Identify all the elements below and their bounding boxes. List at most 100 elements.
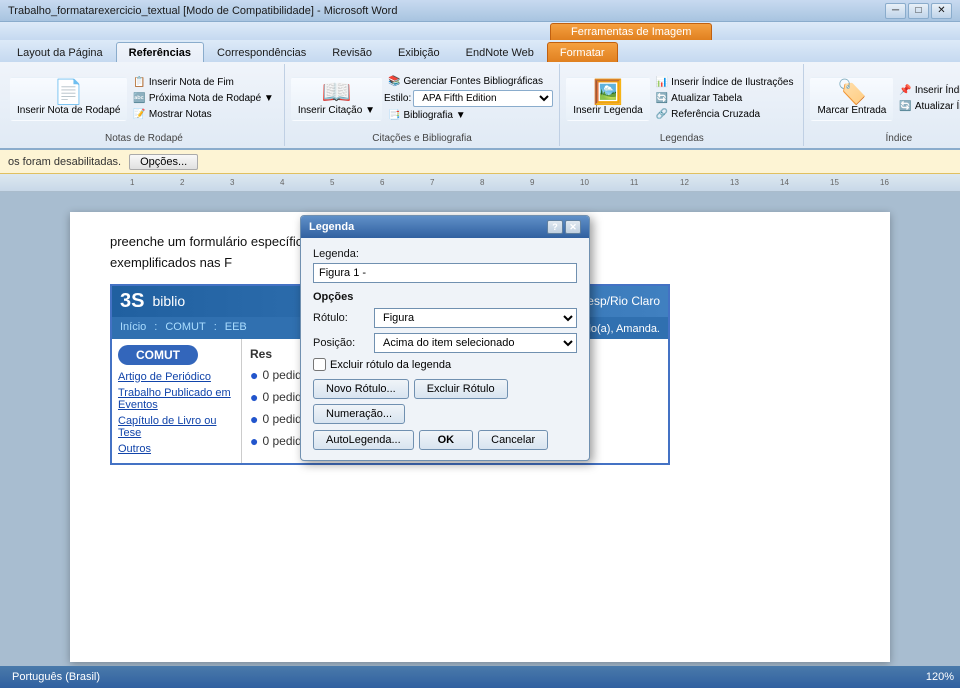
ruler-mark-12: 12	[680, 178, 689, 187]
inserir-nota-label: Inserir Nota de Rodapé	[17, 105, 120, 117]
atualizar-indice-btn[interactable]: 🔄 Atualizar Índice	[895, 99, 960, 114]
link-outros[interactable]: Outros	[118, 443, 235, 455]
circle-icon-3: ●	[250, 411, 258, 427]
status-right: 120%	[926, 671, 954, 683]
mostrar-notas-btn[interactable]: 📝 Mostrar Notas	[129, 107, 277, 122]
ribbon-group-citacoes: 📖 Inserir Citação ▼ 📚 Gerenciar Fontes B…	[285, 64, 560, 146]
rotulo-row: Rótulo: Figura	[313, 308, 577, 328]
title-bar-controls: ─ □ ✕	[885, 3, 952, 19]
rotulo-label: Rótulo:	[313, 312, 368, 324]
link-capitulo[interactable]: Capítulo de Livro ou Tese	[118, 415, 235, 439]
excluir-checkbox[interactable]	[313, 358, 326, 371]
legenda-icon: 🖼️	[593, 81, 623, 105]
tab-formatar[interactable]: Formatar	[547, 42, 618, 62]
lib-links: Artigo de Periódico Trabalho Publicado e…	[118, 371, 235, 455]
ok-btn[interactable]: OK	[419, 430, 474, 450]
indice-col: 📌 Inserir Índice 🔄 Atualizar Índice	[895, 83, 960, 114]
biblio-icon: 📑	[388, 110, 400, 121]
nota-fim-icon: 📋	[133, 77, 145, 88]
biblio-label: Bibliografia ▼	[403, 110, 465, 121]
legenda-input[interactable]	[313, 263, 577, 283]
ruler-mark-2: 2	[180, 178, 184, 187]
zoom-level: 120%	[926, 671, 954, 683]
notification-bar: os foram desabilitadas. Opções...	[0, 150, 960, 174]
estilo-label: Estilo:	[384, 93, 411, 104]
title-bar: Trabalho_formatarexercicio_textual [Modo…	[0, 0, 960, 22]
minimize-btn[interactable]: ─	[885, 3, 906, 19]
notification-text: os foram desabilitadas.	[8, 156, 121, 168]
bibliografia-btn[interactable]: 📑 Bibliografia ▼	[384, 108, 553, 123]
ruler-mark-15: 15	[830, 178, 839, 187]
link-trabalho[interactable]: Trabalho Publicado em Eventos	[118, 387, 235, 411]
dialog-buttons-row1: Novo Rótulo... Excluir Rótulo Numeração.…	[313, 379, 577, 424]
close-btn[interactable]: ✕	[931, 3, 952, 19]
excluir-row: Excluir rótulo da legenda	[313, 358, 577, 371]
numeracao-btn[interactable]: Numeração...	[313, 404, 405, 424]
ribbon-group-legendas: 🖼️ Inserir Legenda 📊 Inserir Índice de I…	[560, 64, 804, 146]
embed-logo: 3S	[120, 290, 144, 313]
tab-correspondencias[interactable]: Correspondências	[204, 42, 319, 62]
atualizar-tabela-btn[interactable]: 🔄 Atualizar Tabela	[652, 91, 798, 106]
circle-icon-1: ●	[250, 367, 258, 383]
estilo-select[interactable]: APA Fifth Edition	[413, 90, 553, 107]
circle-icon-2: ●	[250, 389, 258, 405]
tab-exibicao[interactable]: Exibição	[385, 42, 453, 62]
novo-rotulo-btn[interactable]: Novo Rótulo...	[313, 379, 409, 399]
atualizar-tab-icon: 🔄	[656, 93, 668, 104]
nav-comut[interactable]: COMUT	[165, 321, 205, 335]
posicao-row: Posição: Acima do item selecionado	[313, 333, 577, 353]
inserir-citacao-btn[interactable]: 📖 Inserir Citação ▼	[291, 77, 382, 121]
ruler-mark-14: 14	[780, 178, 789, 187]
marcar-label: Marcar Entrada	[817, 105, 886, 117]
nav-eeb[interactable]: EEB	[225, 321, 247, 335]
ins-ind-icon: 📌	[899, 85, 911, 96]
mostrar-label: Mostrar Notas	[149, 109, 212, 120]
marcar-entrada-btn[interactable]: 🏷️ Marcar Entrada	[810, 77, 893, 121]
atu-ind-label: Atualizar Índice	[915, 101, 960, 112]
ruler-mark-8: 8	[480, 178, 484, 187]
excluir-rotulo-btn[interactable]: Excluir Rótulo	[414, 379, 508, 399]
gerenciar-icon: 📚	[388, 76, 400, 87]
indice-group-label: Índice	[885, 131, 912, 144]
inserir-nota-rodape-btn[interactable]: 📄 Inserir Nota de Rodapé	[10, 77, 127, 121]
nav-inicio[interactable]: Início	[120, 321, 146, 335]
citacao-icon: 📖	[321, 81, 351, 105]
referencia-cruzada-btn[interactable]: 🔗 Referência Cruzada	[652, 107, 798, 122]
status-bar: Português (Brasil) 120%	[0, 666, 960, 688]
options-button[interactable]: Opções...	[129, 154, 198, 170]
ruler-mark-6: 6	[380, 178, 384, 187]
dialog-help-btn[interactable]: ?	[547, 220, 563, 234]
marcar-icon: 🏷️	[837, 81, 867, 105]
notas-col: 📋 Inserir Nota de Fim 🔤 Próxima Nota de …	[129, 75, 277, 122]
inserir-legenda-btn[interactable]: 🖼️ Inserir Legenda	[566, 77, 650, 121]
link-artigo[interactable]: Artigo de Periódico	[118, 371, 235, 383]
ferramentas-imagem-tab[interactable]: Ferramentas de Imagem	[550, 23, 712, 40]
ruler: 1 2 3 4 5 6 7 8 9 10 11 12 13 14 15 16	[0, 174, 960, 192]
title-bar-text: Trabalho_formatarexercicio_textual [Modo…	[8, 5, 885, 17]
tab-layout[interactable]: Layout da Página	[4, 42, 116, 62]
ref-cruz-label: Referência Cruzada	[671, 109, 760, 120]
tab-endnote[interactable]: EndNote Web	[453, 42, 547, 62]
tab-referencias[interactable]: Referências	[116, 42, 204, 62]
legendas-buttons: 🖼️ Inserir Legenda 📊 Inserir Índice de I…	[566, 66, 797, 131]
comut-header: COMUT	[118, 345, 198, 365]
autolegenda-btn[interactable]: AutoLegenda...	[313, 430, 414, 450]
citacoes-group-label: Citações e Bibliografia	[372, 131, 472, 144]
cancelar-btn[interactable]: Cancelar	[478, 430, 548, 450]
proxima-nota-btn[interactable]: 🔤 Próxima Nota de Rodapé ▼	[129, 91, 277, 106]
rotulo-select[interactable]: Figura	[374, 308, 577, 328]
inserir-indice-btn[interactable]: 📊 Inserir Índice de Ilustrações	[652, 75, 798, 90]
inserir-indice-main-btn[interactable]: 📌 Inserir Índice	[895, 83, 960, 98]
dialog-title-text: Legenda	[309, 221, 354, 233]
doc-area: preenche um formulário específico para o…	[0, 192, 960, 682]
legenda-dialog: Legenda ? ✕ Legenda: Opções Rótulo: Figu…	[300, 215, 590, 461]
dialog-close-btn[interactable]: ✕	[565, 220, 581, 234]
legenda-field-label: Legenda:	[313, 248, 577, 260]
maximize-btn[interactable]: □	[908, 3, 929, 19]
estilo-row: Estilo: APA Fifth Edition	[384, 90, 553, 107]
gerenciar-fontes-btn[interactable]: 📚 Gerenciar Fontes Bibliográficas	[384, 74, 553, 89]
tab-revisao[interactable]: Revisão	[319, 42, 385, 62]
posicao-select[interactable]: Acima do item selecionado	[374, 333, 577, 353]
gerenciar-label: Gerenciar Fontes Bibliográficas	[403, 76, 543, 87]
inserir-nota-fim-btn[interactable]: 📋 Inserir Nota de Fim	[129, 75, 277, 90]
